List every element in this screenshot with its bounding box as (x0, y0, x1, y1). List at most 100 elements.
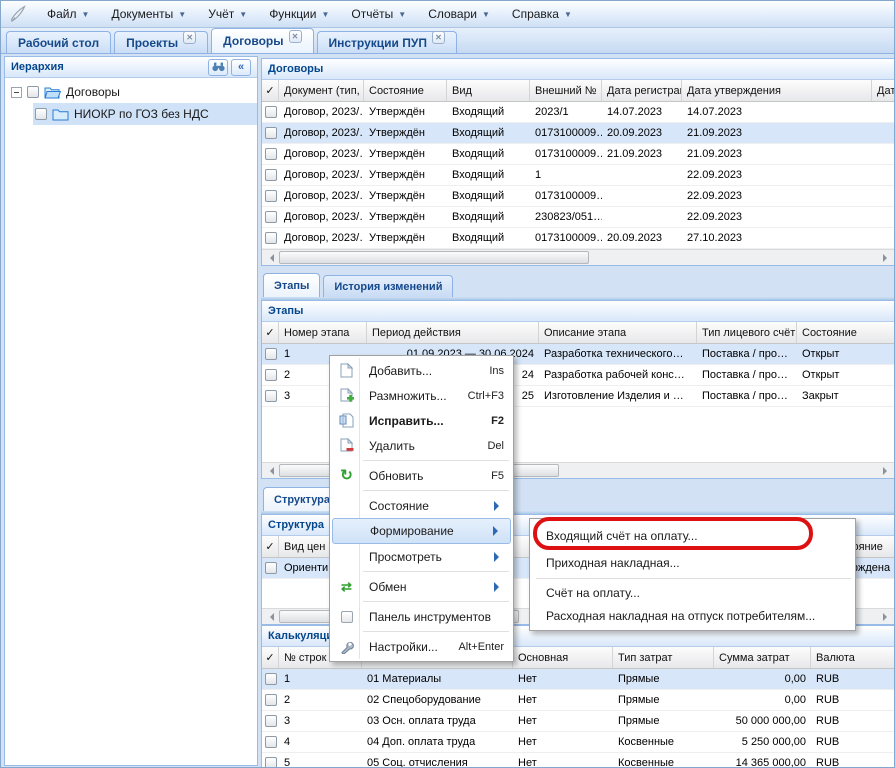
tab-desktop[interactable]: Рабочий стол (6, 31, 111, 53)
row-checkbox[interactable] (265, 211, 277, 223)
scroll-right-icon[interactable] (879, 250, 895, 265)
tree-checkbox[interactable] (35, 108, 47, 120)
tab-instructions[interactable]: Инструкции ПУП✕ (317, 31, 457, 53)
column-header-appr[interactable]: Дата утверждения (682, 80, 872, 101)
row-checkbox[interactable] (265, 127, 277, 139)
table-row[interactable]: Договор, 2023/…УтверждёнВходящий01731000… (262, 186, 895, 207)
menu-functions[interactable]: Функции▼ (258, 3, 340, 25)
menu-file[interactable]: Файл▼ (36, 3, 100, 25)
column-header-desc[interactable]: Описание этапа (539, 322, 697, 343)
scroll-right-icon[interactable] (879, 609, 895, 624)
row-checkbox[interactable] (265, 757, 277, 768)
column-header-kind[interactable]: Вид (447, 80, 530, 101)
check-column-header[interactable]: ✓ (262, 80, 279, 101)
close-icon[interactable]: ✕ (289, 30, 302, 43)
menu-item-view[interactable]: Просмотреть (332, 544, 511, 569)
table-row-selected[interactable]: Договор, 2023/…УтверждёнВходящий01731000… (262, 123, 895, 144)
table-row[interactable]: 303 Осн. оплата трудаНетПрямые50 000 000… (262, 711, 895, 732)
row-checkbox[interactable] (265, 715, 277, 727)
column-header-cost-type[interactable]: Тип затрат (613, 647, 714, 668)
column-header-main[interactable]: Основная (513, 647, 613, 668)
menu-item-generate[interactable]: Формирование (332, 518, 511, 544)
tab-contracts[interactable]: Договоры✕ (211, 28, 313, 53)
collapse-expander-icon[interactable] (11, 87, 22, 98)
table-row[interactable]: Договор, 2023/…УтверждёнВходящий01731000… (262, 228, 895, 249)
quill-app-icon (8, 4, 30, 24)
chevron-down-icon: ▼ (82, 10, 90, 19)
row-checkbox[interactable] (265, 232, 277, 244)
menu-documents[interactable]: Документы▼ (100, 3, 197, 25)
submenu-item-invoice[interactable]: Счёт на оплату... (532, 581, 853, 604)
tree-node-contracts[interactable]: Договоры (5, 81, 257, 103)
column-header-state[interactable]: Состояние (797, 322, 895, 343)
menu-dictionaries[interactable]: Словари▼ (417, 3, 501, 25)
column-header-period[interactable]: Период действия (367, 322, 539, 343)
horizontal-scrollbar[interactable] (262, 249, 895, 265)
row-checkbox[interactable] (265, 106, 277, 118)
row-checkbox[interactable] (265, 190, 277, 202)
table-row[interactable]: 404 Доп. оплата трудаНетКосвенные5 250 0… (262, 732, 895, 753)
menu-item-exchange[interactable]: ⇄ Обмен (332, 574, 511, 599)
menu-item-edit[interactable]: Исправить...F2 (332, 408, 511, 433)
main-tabstrip: Рабочий стол Проекты✕ Договоры✕ Инструкц… (1, 28, 894, 54)
menu-item-add[interactable]: Добавить...Ins (332, 358, 511, 383)
row-checkbox[interactable] (265, 148, 277, 160)
close-icon[interactable]: ✕ (432, 31, 445, 44)
table-row-selected[interactable]: 101 МатериалыНетПрямые0,00RUB (262, 669, 895, 690)
tree-checkbox[interactable] (27, 86, 39, 98)
tree-search-button[interactable] (208, 59, 228, 76)
row-checkbox[interactable] (265, 673, 277, 685)
menu-item-state[interactable]: Состояние (332, 493, 511, 518)
row-checkbox[interactable] (265, 369, 277, 381)
column-header-doc[interactable]: Документ (тип, № (279, 80, 364, 101)
column-header-ext[interactable]: Внешний № (530, 80, 602, 101)
row-checkbox[interactable] (265, 736, 277, 748)
page-new-icon (332, 363, 361, 378)
close-icon[interactable]: ✕ (183, 31, 196, 44)
menu-item-refresh[interactable]: ↻ ОбновитьF5 (332, 463, 511, 488)
scroll-left-icon[interactable] (262, 463, 278, 478)
table-row[interactable]: 505 Соц. отчисленияНетКосвенные14 365 00… (262, 753, 895, 768)
toolbar-checkbox-icon (332, 611, 361, 623)
check-column-header[interactable]: ✓ (262, 322, 279, 343)
column-header-reg[interactable]: Дата регистрации. (602, 80, 682, 101)
stages-tabstrip: Этапы История изменений (263, 273, 453, 297)
check-column-header[interactable]: ✓ (262, 647, 279, 668)
menu-item-toolbar[interactable]: Панель инструментов (332, 604, 511, 629)
collapse-panel-button[interactable]: « (231, 59, 251, 76)
submenu-item-receipt-note[interactable]: Приходная накладная... (532, 549, 853, 576)
row-checkbox[interactable] (265, 390, 277, 402)
column-header-currency[interactable]: Валюта (811, 647, 895, 668)
tab-stages[interactable]: Этапы (263, 273, 320, 297)
row-checkbox[interactable] (265, 169, 277, 181)
table-row[interactable]: Договор, 2023/…УтверждёнВходящий2023/114… (262, 102, 895, 123)
row-checkbox[interactable] (265, 694, 277, 706)
menu-accounting[interactable]: Учёт▼ (197, 3, 258, 25)
scroll-left-icon[interactable] (262, 609, 278, 624)
table-row[interactable]: Договор, 2023/…УтверждёнВходящий01731000… (262, 144, 895, 165)
table-row[interactable]: 202 СпецоборудованиеНетПрямые0,00RUB (262, 690, 895, 711)
column-header-type[interactable]: Тип лицевого счёт (697, 322, 797, 343)
column-header-extra[interactable]: Дата (872, 80, 895, 101)
menu-reports[interactable]: Отчёты▼ (340, 3, 417, 25)
column-header-amount[interactable]: Сумма затрат (714, 647, 811, 668)
menu-item-delete[interactable]: УдалитьDel (332, 433, 511, 458)
check-column-header[interactable]: ✓ (262, 536, 279, 557)
column-header-state[interactable]: Состояние (364, 80, 447, 101)
scrollbar-thumb[interactable] (279, 251, 589, 264)
menu-item-duplicate[interactable]: Размножить...Ctrl+F3 (332, 383, 511, 408)
table-row[interactable]: Договор, 2023/…УтверждёнВходящий122.09.2… (262, 165, 895, 186)
row-checkbox[interactable] (265, 562, 277, 574)
table-row[interactable]: Договор, 2023/…УтверждёнВходящий230823/0… (262, 207, 895, 228)
scroll-left-icon[interactable] (262, 250, 278, 265)
submenu-item-outgoing-note[interactable]: Расходная накладная на отпуск потребител… (532, 604, 853, 627)
hierarchy-tree: Договоры НИОКР по ГОЗ без НДС (5, 78, 257, 765)
scroll-right-icon[interactable] (879, 463, 895, 478)
tree-node-niokr[interactable]: НИОКР по ГОЗ без НДС (33, 103, 257, 125)
tab-projects[interactable]: Проекты✕ (114, 31, 208, 53)
menu-help[interactable]: Справка▼ (501, 3, 583, 25)
column-header-num[interactable]: Номер этапа (279, 322, 367, 343)
tab-history[interactable]: История изменений (323, 275, 453, 297)
menu-item-settings[interactable]: Настройки...Alt+Enter (332, 634, 511, 659)
row-checkbox[interactable] (265, 348, 277, 360)
